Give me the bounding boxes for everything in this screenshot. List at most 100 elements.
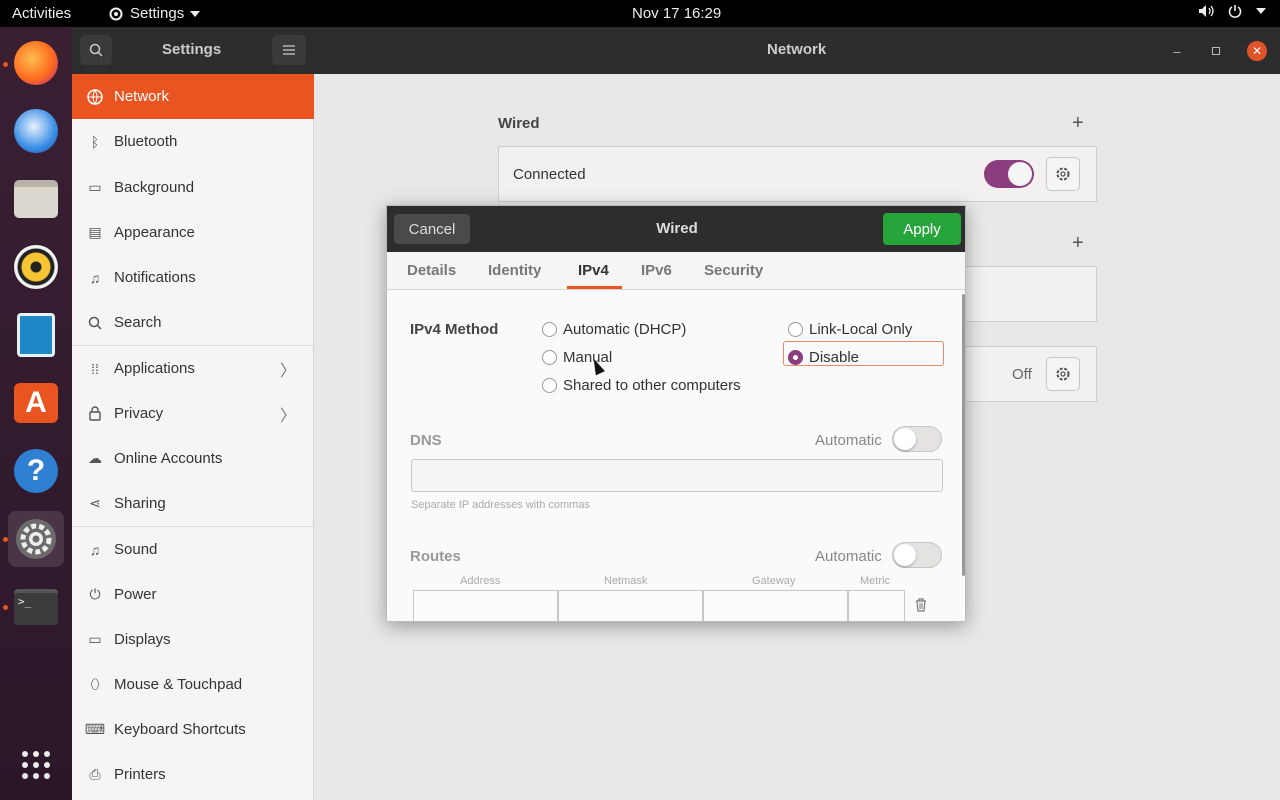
- chevron-down-icon: [1256, 8, 1266, 14]
- sidebar-item-power[interactable]: ⏻ Power: [72, 572, 314, 617]
- sidebar-item-label: Displays: [114, 631, 171, 648]
- sidebar-item-label: Sound: [114, 541, 158, 558]
- files-launcher[interactable]: [8, 171, 64, 227]
- method-disable-radio[interactable]: Disable: [788, 349, 859, 366]
- sidebar-item-sound[interactable]: ♫ Sound: [72, 527, 314, 572]
- dns-automatic-toggle[interactable]: [892, 426, 942, 452]
- thunderbird-launcher[interactable]: [8, 103, 64, 159]
- method-link-local-radio[interactable]: Link-Local Only: [788, 321, 912, 338]
- radio-label: Shared to other computers: [563, 377, 741, 394]
- appearance-icon: ▤: [88, 224, 102, 240]
- tab-details[interactable]: Details: [407, 262, 456, 279]
- method-automatic-radio[interactable]: Automatic (DHCP): [542, 321, 686, 338]
- activities-button[interactable]: Activities: [12, 5, 71, 22]
- tab-security[interactable]: Security: [704, 262, 763, 279]
- settings-launcher[interactable]: [8, 511, 64, 567]
- sidebar-item-bluetooth[interactable]: ᛒ Bluetooth: [72, 119, 314, 164]
- software-launcher[interactable]: A: [8, 375, 64, 431]
- sidebar-item-search[interactable]: Search: [72, 300, 314, 345]
- chevron-right-icon: 〉: [279, 362, 296, 380]
- search-icon: [89, 43, 103, 57]
- lock-icon: [86, 405, 104, 423]
- route-netmask-input[interactable]: [558, 590, 703, 621]
- apply-button[interactable]: Apply: [883, 213, 961, 245]
- dns-automatic-label: Automatic: [815, 432, 882, 449]
- sidebar-item-printers[interactable]: ⎙ Printers: [72, 752, 314, 797]
- tab-ipv6[interactable]: IPv6: [641, 262, 672, 279]
- route-gateway-input[interactable]: [703, 590, 848, 621]
- sidebar-item-label: Network: [114, 88, 170, 105]
- terminal-icon: >_: [14, 589, 58, 625]
- sidebar-item-label: Mouse & Touchpad: [114, 676, 243, 693]
- tab-ipv4[interactable]: IPv4: [578, 262, 609, 279]
- sidebar-item-label: Notifications: [114, 269, 196, 286]
- clock[interactable]: Nov 17 16:29: [632, 5, 721, 22]
- routes-automatic-toggle[interactable]: [892, 542, 942, 568]
- sidebar-item-network[interactable]: Network: [72, 74, 314, 119]
- sidebar-item-online-accounts[interactable]: ☁ Online Accounts: [72, 436, 314, 481]
- dns-input[interactable]: [411, 459, 943, 492]
- wired-settings-button[interactable]: [1046, 157, 1080, 191]
- sidebar-item-appearance[interactable]: ▤ Appearance: [72, 210, 314, 255]
- sidebar-item-displays[interactable]: ▭ Displays: [72, 617, 314, 662]
- sidebar-item-mouse-touchpad[interactable]: ⬯ Mouse & Touchpad: [72, 662, 314, 707]
- firefox-launcher[interactable]: [8, 35, 64, 91]
- writer-launcher[interactable]: [8, 307, 64, 363]
- wired-connection-row: Connected: [498, 146, 1097, 202]
- plus-icon: +: [1072, 112, 1084, 134]
- sidebar-item-label: Online Accounts: [114, 450, 223, 467]
- terminal-launcher[interactable]: >_: [8, 579, 64, 635]
- radio-icon: [542, 350, 557, 365]
- app-menu[interactable]: Settings: [108, 5, 201, 22]
- add-wired-button[interactable]: +: [1072, 112, 1084, 135]
- music-note-icon: ♫: [89, 541, 101, 558]
- wired-section-label: Wired: [498, 115, 540, 132]
- dialog-scrollbar[interactable]: [962, 294, 965, 576]
- show-apps-button[interactable]: [8, 737, 64, 793]
- sidebar-item-privacy[interactable]: Privacy 〉: [72, 391, 314, 436]
- radio-checked-icon: [788, 350, 803, 365]
- volume-icon: [1199, 5, 1214, 17]
- libreoffice-writer-icon: [17, 313, 55, 357]
- sidebar-item-label: Keyboard Shortcuts: [114, 721, 246, 738]
- add-vpn-button[interactable]: +: [1072, 232, 1084, 255]
- rhythmbox-icon: [14, 245, 58, 289]
- help-launcher[interactable]: ?: [8, 443, 64, 499]
- sidebar: Network ᛒ Bluetooth ▭ Background ▤ Appea…: [72, 74, 314, 800]
- delete-route-button[interactable]: [915, 598, 927, 616]
- menu-button[interactable]: [272, 35, 306, 65]
- dns-hint: Separate IP addresses with commas: [411, 499, 590, 511]
- search-button[interactable]: [80, 35, 112, 65]
- bell-icon: ♫: [89, 269, 101, 286]
- top-bar: Activities Settings Nov 17 16:29: [0, 0, 1280, 27]
- sidebar-item-background[interactable]: ▭ Background: [72, 165, 314, 210]
- route-metric-input[interactable]: [848, 590, 905, 621]
- routes-label: Routes: [410, 548, 461, 565]
- minimize-button[interactable]: –: [1165, 39, 1189, 63]
- routes-automatic-label: Automatic: [815, 548, 882, 565]
- ipv4-method-label: IPv4 Method: [410, 321, 499, 338]
- maximize-button[interactable]: [1204, 39, 1228, 63]
- files-icon: [14, 180, 58, 218]
- radio-label: Automatic (DHCP): [563, 321, 687, 338]
- sidebar-item-applications[interactable]: ⁞⁞ Applications 〉: [72, 346, 314, 391]
- sidebar-item-keyboard-shortcuts[interactable]: ⌨ Keyboard Shortcuts: [72, 707, 314, 752]
- app-menu-label: Settings: [130, 5, 185, 22]
- rhythmbox-launcher[interactable]: [8, 239, 64, 295]
- proxy-settings-button[interactable]: [1046, 357, 1080, 391]
- gear-icon: [1056, 367, 1070, 381]
- sidebar-item-sharing[interactable]: ⋖ Sharing: [72, 481, 314, 526]
- minimize-icon: –: [1173, 43, 1181, 59]
- method-shared-radio[interactable]: Shared to other computers: [542, 377, 741, 394]
- close-button[interactable]: ✕: [1247, 41, 1267, 61]
- system-tray[interactable]: [1198, 4, 1266, 18]
- route-address-input[interactable]: [413, 590, 558, 621]
- power-icon: ⏻: [89, 586, 101, 602]
- wired-toggle[interactable]: [984, 160, 1034, 188]
- tab-bar: Details Identity IPv4 IPv6 Security: [387, 252, 965, 290]
- sidebar-item-label: Background: [114, 179, 195, 196]
- sidebar-item-notifications[interactable]: ♫ Notifications: [72, 255, 314, 300]
- share-icon: ⋖: [89, 495, 101, 511]
- tab-identity[interactable]: Identity: [488, 262, 541, 279]
- radio-icon: [542, 378, 557, 393]
